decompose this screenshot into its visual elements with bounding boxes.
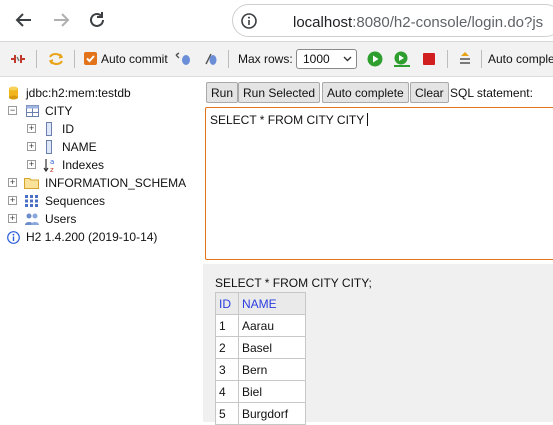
address-bar[interactable]: localhost:8080/h2-console/login.do?js (232, 4, 553, 37)
cell-name: Bern (238, 358, 306, 381)
expand-icon[interactable]: + (27, 142, 36, 151)
max-rows-label: Max rows: (238, 52, 293, 66)
back-arrow-icon[interactable] (14, 10, 34, 30)
auto-commit-label: Auto commit (101, 52, 168, 66)
auto-complete-button[interactable]: Auto complete (322, 82, 409, 103)
expand-icon[interactable]: + (8, 178, 17, 187)
expand-icon[interactable]: + (27, 160, 36, 169)
index-sort-icon: a z (43, 158, 54, 173)
collapse-icon[interactable]: − (8, 106, 17, 115)
results-panel: SELECT * FROM CITY CITY; ID NAME 1 Aarau… (203, 264, 553, 425)
expand-icon[interactable]: + (8, 196, 17, 205)
query-button-bar: Run Run Selected Auto complete Clear SQL… (203, 80, 553, 106)
column-icon (46, 140, 52, 154)
run-button[interactable]: Run (206, 82, 239, 103)
chevron-down-icon (343, 56, 352, 62)
sql-text: SELECT * FROM CITY CITY (210, 113, 369, 127)
column-header-name[interactable]: NAME (238, 292, 306, 315)
url-text: localhost:8080/h2-console/login.do?js (293, 14, 544, 31)
run-icon[interactable] (367, 51, 383, 67)
users-icon (25, 213, 39, 225)
stop-icon[interactable] (422, 51, 436, 67)
table-row: 4 Biel (215, 380, 306, 403)
disconnect-icon[interactable] (9, 51, 27, 67)
browser-toolbar: localhost:8080/h2-console/login.do?js (0, 0, 553, 42)
site-info-icon[interactable] (241, 13, 257, 29)
auto-commit-checkbox[interactable] (84, 52, 97, 65)
column-icon (46, 122, 52, 136)
refresh-icon[interactable] (46, 51, 66, 67)
toolbar-separator (481, 50, 482, 68)
expand-icon[interactable]: + (8, 214, 17, 223)
toolbar-separator (228, 50, 229, 68)
commit-icon[interactable] (203, 51, 219, 67)
sql-editor[interactable]: SELECT * FROM CITY CITY (205, 107, 553, 260)
toolbar-separator (74, 50, 75, 68)
cell-name: Basel (238, 336, 306, 359)
sequence-icon (25, 195, 38, 207)
max-rows-select[interactable]: 1000 (296, 49, 357, 69)
schema-tree: jdbc:h2:mem:testdb − CITY + ID + NAME + … (0, 80, 203, 422)
cell-name: Burgdorf (238, 402, 306, 425)
cell-id: 4 (215, 380, 239, 403)
toolbar-separator (36, 50, 37, 68)
sql-statement-label: SQL statement: (450, 86, 533, 100)
history-icon[interactable] (457, 51, 473, 67)
svg-text:a: a (50, 158, 54, 166)
toolbar-separator (447, 50, 448, 68)
text-caret (367, 113, 369, 126)
run-selected-icon[interactable] (393, 51, 411, 67)
cell-name: Biel (238, 380, 306, 403)
table-row: 5 Burgdorf (215, 402, 306, 425)
run-selected-button[interactable]: Run Selected (238, 82, 321, 103)
table-row: 1 Aarau (215, 314, 306, 337)
rollback-icon[interactable] (173, 51, 193, 67)
table-header-row: ID NAME (215, 292, 306, 315)
svg-text:z: z (50, 166, 54, 173)
reload-icon[interactable] (87, 10, 107, 30)
h2-toolbar: Auto commit Max rows: 1000 Auto complete (0, 42, 553, 77)
cell-id: 3 (215, 358, 239, 381)
cell-id: 1 (215, 314, 239, 337)
table-row: 2 Basel (215, 336, 306, 359)
table-icon (26, 105, 39, 117)
results-table: ID NAME 1 Aarau 2 Basel 3 Bern 4 Biel 5 (215, 292, 306, 425)
auto-complete-label: Auto complete (488, 52, 553, 66)
cell-name: Aarau (238, 314, 306, 337)
result-query-text: SELECT * FROM CITY CITY; (215, 276, 372, 290)
expand-icon[interactable]: + (27, 124, 36, 133)
clear-button[interactable]: Clear (410, 82, 449, 103)
table-row: 3 Bern (215, 358, 306, 381)
column-header-id[interactable]: ID (215, 292, 239, 315)
folder-icon (24, 178, 39, 189)
cell-id: 2 (215, 336, 239, 359)
forward-arrow-icon[interactable] (51, 10, 71, 30)
cell-id: 5 (215, 402, 239, 425)
info-icon (7, 231, 20, 244)
database-icon (9, 86, 18, 100)
